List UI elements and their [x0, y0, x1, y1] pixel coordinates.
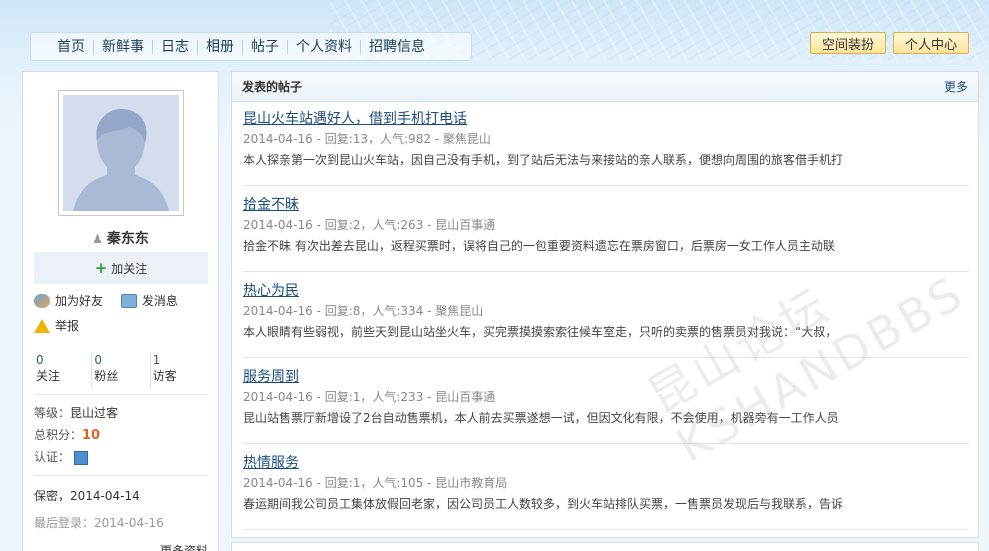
send-message-button[interactable]: 发消息 [120, 292, 178, 309]
post-title-link[interactable]: 昆山火车站遇好人，借到手机打电话 [243, 110, 969, 128]
divider [34, 475, 208, 476]
add-friend-label: 加为好友 [55, 294, 104, 308]
avatar [63, 95, 179, 211]
stat-fans-label: 粉丝 [94, 369, 119, 383]
stat-visitors[interactable]: 1 访客 [149, 353, 208, 389]
nav-jobs[interactable]: 招聘信息 [360, 39, 433, 54]
more-info-link[interactable]: 更多资料 [160, 542, 208, 551]
post-item: 热情服务 2014-04-16 - 回复:1，人气:105 - 昆山市教育局 春… [243, 454, 969, 511]
stat-visitors-count: 1 [152, 353, 161, 367]
cert-line: 认证： [34, 448, 89, 465]
post-item: 昆山火车站遇好人，借到手机打电话 2014-04-16 - 回复:13，人气:9… [243, 110, 969, 167]
post-meta: 2014-04-16 - 回复:1，人气:105 - 昆山市教育局 [243, 476, 508, 490]
last-login-date: 2014-04-16 [94, 516, 164, 530]
user-name: ♟ 秦东东 [23, 228, 218, 248]
divider [34, 394, 208, 395]
posts-more-link[interactable]: 更多 [944, 78, 968, 95]
message-icon [120, 293, 137, 308]
send-message-label: 发消息 [141, 294, 178, 308]
nav-home[interactable]: 首页 [49, 40, 93, 54]
privacy-label: 保密， [34, 489, 71, 503]
post-divider [243, 443, 969, 444]
post-meta: 2014-04-16 - 回复:13，人气:982 - 聚焦昆山 [243, 132, 491, 146]
stat-fans[interactable]: 0 粉丝 [91, 353, 149, 389]
post-title-link[interactable]: 拾金不昧 [243, 196, 969, 214]
post-meta: 2014-04-16 - 回复:2，人气:263 - 昆山百事通 [243, 218, 496, 232]
avatar-frame[interactable] [58, 90, 184, 216]
decorate-button[interactable]: 空间装扮 [809, 32, 886, 54]
stat-fans-count: 0 [94, 353, 102, 367]
stat-following-count: 0 [36, 353, 44, 367]
post-meta: 2014-04-16 - 回复:1，人气:233 - 昆山百事通 [243, 390, 496, 404]
add-friend-icon [34, 293, 50, 308]
add-friend-button[interactable]: 加为好友 [34, 292, 103, 309]
post-title-link[interactable]: 热情服务 [243, 454, 969, 472]
certification-icon[interactable] [74, 450, 89, 465]
profile-stats: 0 关注 0 粉丝 1 访客 [34, 353, 208, 389]
warning-icon [34, 318, 50, 333]
stat-visitors-label: 访客 [152, 369, 177, 383]
post-excerpt: 本人探亲第一次到昆山火车站，因自己没有手机，到了站后无法与来接站的亲人联系，便想… [243, 153, 844, 167]
privacy-line: 保密，2014-04-14 [34, 487, 140, 504]
nav-profile[interactable]: 个人资料 [287, 39, 360, 54]
default-avatar-icon [63, 95, 179, 211]
post-excerpt: 昆山站售票厅新增设了2台自动售票机，本人前去买票遂想一试，但因文化有限，不会使用… [243, 411, 839, 425]
score-line: 总积分：10 [34, 426, 100, 443]
privacy-date: 2014-04-14 [70, 489, 140, 503]
main-nav: 首页 新鲜事 日志 相册 帖子 个人资料 招聘信息 [30, 32, 472, 61]
post-excerpt: 春运期间我公司员工集体放假回老家，因公司员工人数较多，到火车站排队买票，一售票员… [243, 497, 844, 511]
posts-panel: 发表的帖子 更多 昆山火车站遇好人，借到手机打电话 2014-04-16 - 回… [231, 71, 979, 538]
profile-sidebar: ♟ 秦东东 + 加关注 加为好友 发消息 举报 0 关注 0 粉丝 1 访客 等… [22, 71, 219, 551]
report-button[interactable]: 举报 [34, 317, 79, 334]
last-login-label: 最后登录： [34, 516, 95, 530]
level-value: 昆山过客 [70, 406, 119, 420]
next-panel-edge [231, 542, 979, 551]
user-name-text: 秦东东 [106, 231, 149, 247]
nav-news[interactable]: 新鲜事 [93, 39, 152, 54]
nav-blog[interactable]: 日志 [152, 39, 197, 54]
score-value: 10 [82, 428, 101, 443]
cert-label: 认证： [34, 450, 71, 464]
top-buttons: 空间装扮 个人中心 [809, 32, 969, 54]
last-login-line: 最后登录：2014-04-16 [34, 514, 164, 531]
personal-center-button[interactable]: 个人中心 [892, 32, 969, 54]
plus-icon: + [94, 259, 108, 277]
post-divider [243, 185, 969, 186]
level-line: 等级：昆山过客 [34, 404, 118, 421]
post-divider [243, 529, 969, 530]
person-icon: ♟ [92, 232, 103, 246]
follow-button[interactable]: + 加关注 [34, 252, 208, 284]
profile-actions: 加为好友 发消息 举报 [34, 292, 214, 342]
report-label: 举报 [55, 319, 80, 333]
stat-following-label: 关注 [36, 369, 61, 383]
nav-posts[interactable]: 帖子 [242, 39, 287, 54]
posts-panel-title: 发表的帖子 [242, 80, 303, 94]
follow-label: 加关注 [111, 261, 148, 276]
stat-following[interactable]: 0 关注 [34, 353, 91, 389]
score-label: 总积分： [34, 428, 83, 442]
nav-album[interactable]: 相册 [197, 39, 242, 54]
level-label: 等级： [34, 406, 71, 420]
posts-panel-header: 发表的帖子 更多 [232, 72, 978, 102]
